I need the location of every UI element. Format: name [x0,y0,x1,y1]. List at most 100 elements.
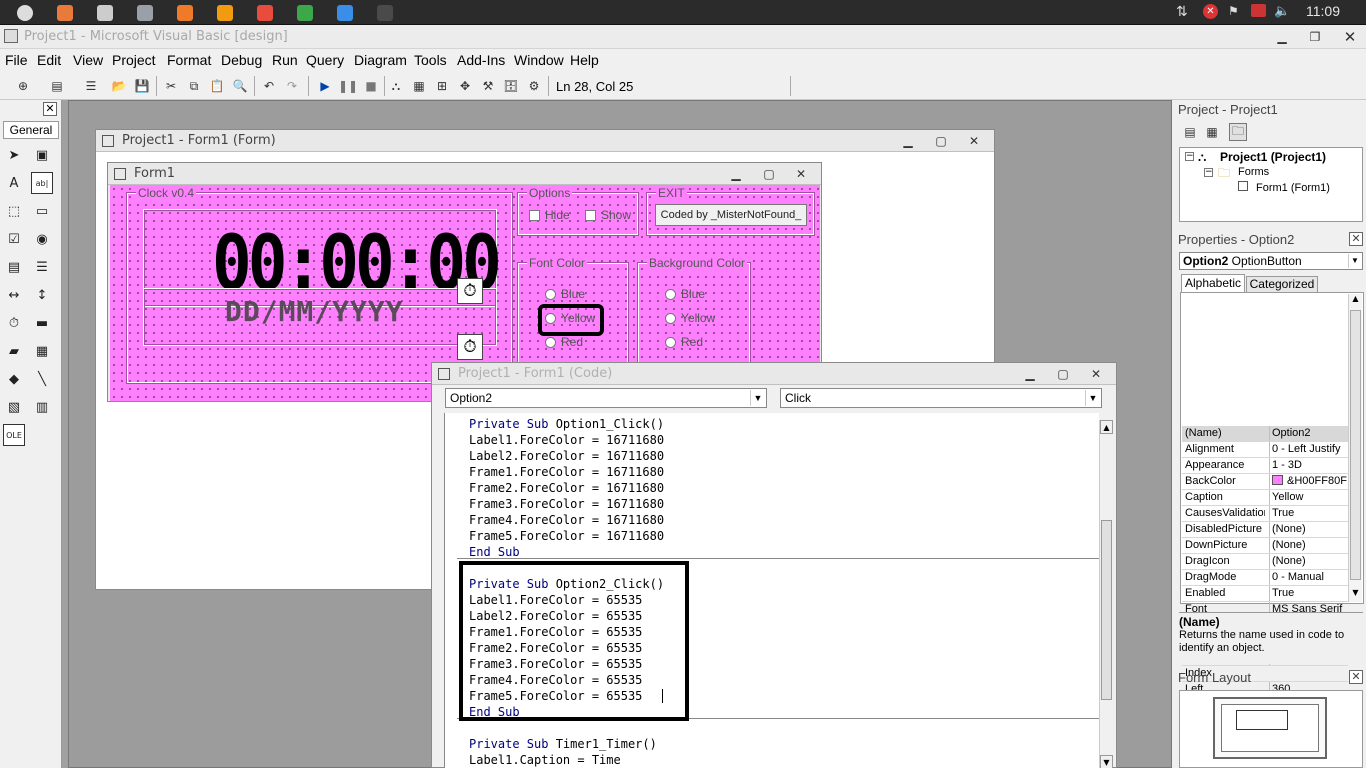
toggle-folders-icon[interactable]: 🗀 [1229,123,1247,141]
vb-window-icon[interactable] [4,29,18,43]
optionbutton-tool-icon[interactable]: ◉ [31,228,53,250]
shape-tool-icon[interactable]: ◆ [3,368,25,390]
property-value[interactable]: 0 - Left Justify [1269,442,1347,457]
data-view-icon[interactable]: 🗄 [502,77,520,95]
redo-icon[interactable]: ↷ [283,77,301,95]
clock-frame[interactable]: Clock v0.4 00:00:00 DD/MM/YYYY ⏱ ⏱ [126,186,513,384]
notification-icon[interactable]: ⚑ [1228,4,1239,18]
menu-format[interactable]: Format [167,52,211,68]
property-row[interactable]: Alignment 0 - Left Justify [1182,442,1348,458]
document-icon[interactable] [90,2,120,23]
timer-tool-icon[interactable]: ⏱ [3,312,25,334]
ole-tool-icon[interactable]: OLE [3,424,25,446]
add-project-icon[interactable]: ⊕ [14,77,32,95]
scroll-down-icon[interactable]: ▼ [1349,588,1362,601]
date-label[interactable]: DD/MM/YYYY [143,288,497,346]
vscrollbar-tool-icon[interactable]: ↕ [31,284,53,306]
collapse-icon[interactable]: − [1185,152,1194,161]
property-value[interactable]: 0 - Manual [1269,570,1347,585]
property-row[interactable]: BackColor &H00FF80FF [1182,474,1348,490]
open-icon[interactable]: 📂 [110,77,128,95]
textbox-tool-icon[interactable]: ab| [31,172,53,194]
property-row[interactable]: DragIcon (None) [1182,554,1348,570]
checkbox-tool-icon[interactable]: ☑ [3,228,25,250]
hide-checkbox[interactable] [529,210,540,221]
error-icon[interactable]: ✕ [1203,4,1218,19]
show-checkbox[interactable] [585,210,596,221]
cut-icon[interactable]: ✂ [162,77,180,95]
chromium-blue-icon[interactable] [330,2,360,23]
bg-blue-radio[interactable] [665,289,676,300]
property-row[interactable]: (Name) Option2 [1182,426,1348,442]
code-minimize-button[interactable]: ▁ [1018,365,1042,383]
project-tree[interactable]: − ⛬ Project1 (Project1) − 🗀 Forms Form1 … [1179,147,1363,222]
combobox-tool-icon[interactable]: ▤ [3,256,25,278]
properties-close-icon[interactable]: ✕ [1349,232,1363,246]
menu-project[interactable]: Project [112,52,156,68]
drivelist-tool-icon[interactable]: ▬ [31,312,53,334]
data-tool-icon[interactable]: ▥ [31,396,53,418]
layout-form1[interactable] [1236,710,1288,730]
property-row[interactable]: DisabledPicture (None) [1182,522,1348,538]
chevron-down-icon[interactable]: ▼ [750,390,765,406]
timer1-stopwatch-icon[interactable]: ⏱ [457,278,483,304]
object-browser-icon[interactable]: ✥ [456,77,474,95]
pointer-tool-icon[interactable]: ➤ [3,144,25,166]
commandbutton-tool-icon[interactable]: ▭ [31,200,53,222]
form-layout-icon[interactable]: ⊞ [433,77,451,95]
form-designer-close-button[interactable]: ✕ [962,132,986,150]
scroll-down-icon[interactable]: ▼ [1100,755,1113,768]
properties-window-icon[interactable]: ▦ [410,77,428,95]
timer2-stopwatch-icon[interactable]: ⏱ [457,334,483,360]
volume-icon[interactable]: 🔈 [1274,4,1290,19]
form-designer-maximize-button[interactable]: ▢ [929,132,953,150]
form-layout-close-icon[interactable]: ✕ [1349,670,1363,684]
menu-addins[interactable]: Add-Ins [457,52,505,68]
end-icon[interactable]: ■ [362,77,380,95]
add-form-icon[interactable]: ▤ [48,77,66,95]
property-value[interactable]: &H00FF80FF [1269,474,1347,489]
clock[interactable]: 11:09 [1306,3,1340,19]
filelist-tool-icon[interactable]: ▦ [31,340,53,362]
toolbox-close-icon[interactable]: ✕ [43,102,57,116]
menu-edit[interactable]: Edit [37,52,61,68]
properties-vscrollbar[interactable]: ▲ ▼ [1348,294,1362,602]
property-value[interactable]: Option2 [1269,426,1347,441]
hscrollbar-tool-icon[interactable]: ↔ [3,284,25,306]
property-row[interactable]: CausesValidation True [1182,506,1348,522]
exit-frame[interactable]: EXIT Coded by _MisterNotFound_ [646,186,815,236]
form-designer-minimize-button[interactable]: ▁ [896,132,920,150]
menu-help[interactable]: Help [570,52,599,68]
files-icon[interactable] [50,2,80,23]
frame-tool-icon[interactable]: ⬚ [3,200,25,222]
property-value[interactable]: True [1269,586,1347,601]
vlc-icon[interactable] [210,2,240,23]
calendar-grid-icon[interactable] [250,2,280,23]
property-value[interactable]: (None) [1269,538,1347,553]
exit-button[interactable]: Coded by _MisterNotFound_ [655,204,807,226]
scroll-up-icon[interactable]: ▲ [1349,294,1362,307]
vb-app-icon[interactable] [370,2,400,23]
property-value[interactable]: (None) [1269,522,1347,537]
project-explorer-icon[interactable]: ⛬ [387,77,405,95]
view-object-icon[interactable]: ▦ [1203,123,1221,141]
form1-close-button[interactable]: ✕ [789,165,813,183]
save-icon[interactable]: 💾 [133,77,151,95]
listbox-tool-icon[interactable]: ☰ [31,256,53,278]
collapse-icon[interactable]: − [1204,168,1213,177]
code-window[interactable]: Project1 - Form1 (Code) ▁ ▢ ✕ Option2 ▼ … [431,362,1117,768]
toolbox-tab-general[interactable]: General [3,121,59,139]
options-frame[interactable]: Options Hide Show [517,186,639,236]
ubuntu-logo-icon[interactable] [10,2,40,23]
minimize-button[interactable]: ▁ [1270,28,1294,46]
property-row[interactable]: Appearance 1 - 3D [1182,458,1348,474]
menu-diagram[interactable]: Diagram [354,52,407,68]
bg-red-radio[interactable] [665,337,676,348]
form1-minimize-button[interactable]: ▁ [724,165,748,183]
property-value[interactable]: 1 - 3D [1269,458,1347,473]
menu-editor-icon[interactable]: ☰ [82,77,100,95]
close-button[interactable]: ✕ [1338,28,1362,46]
break-icon[interactable]: ❚❚ [338,77,358,95]
picturebox-tool-icon[interactable]: ▣ [31,144,53,166]
image-tool-icon[interactable]: ▧ [3,396,25,418]
